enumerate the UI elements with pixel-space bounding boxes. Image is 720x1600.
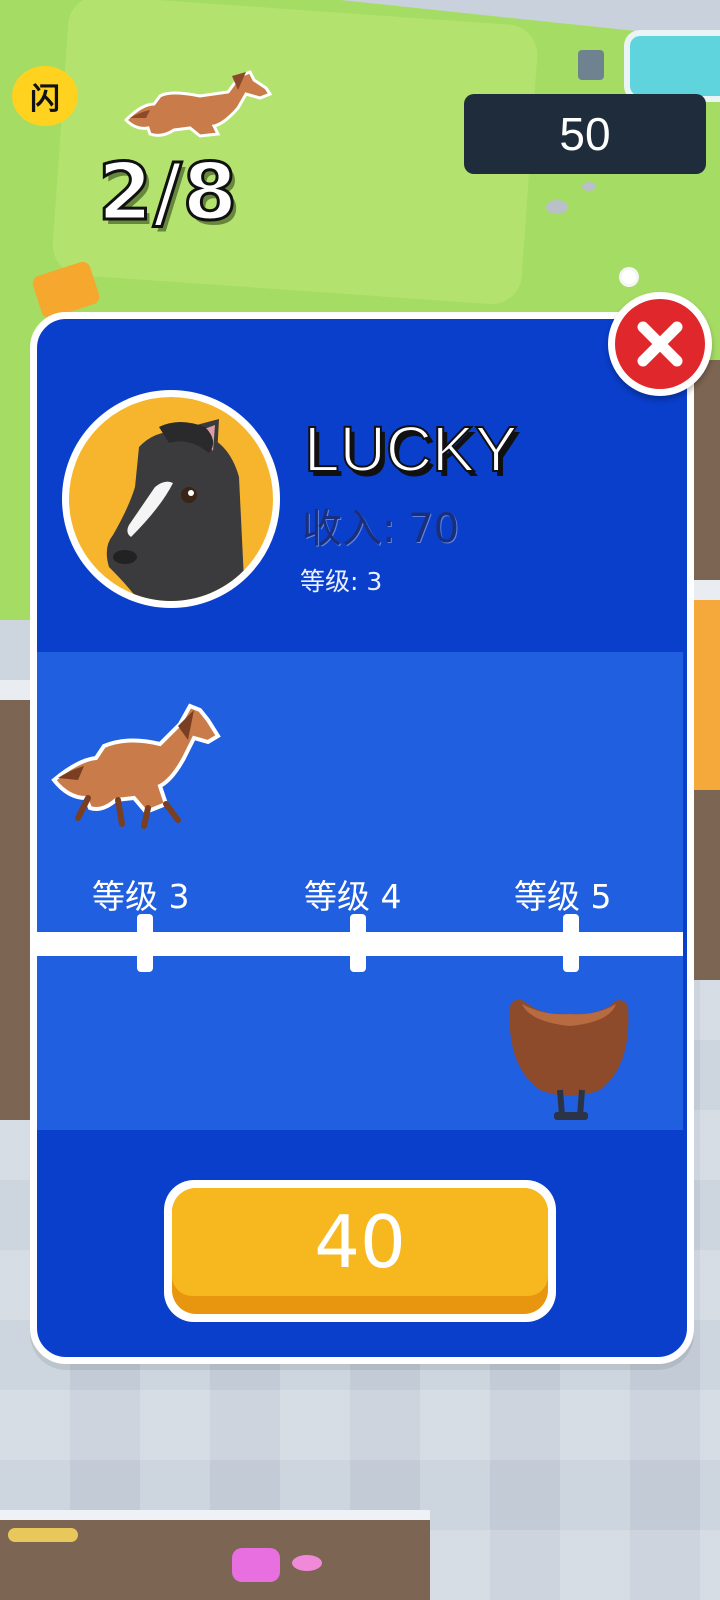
close-icon (637, 321, 683, 367)
horse-icon (51, 703, 221, 829)
track-tick (563, 914, 579, 972)
track-tick (350, 914, 366, 972)
pink-flower (292, 1555, 322, 1571)
horse-name: LUCKY (303, 412, 518, 486)
pink-bucket (232, 1548, 280, 1582)
close-button[interactable] (608, 292, 712, 396)
buy-price: 40 (314, 1200, 406, 1284)
buy-button[interactable]: 40 (164, 1180, 556, 1322)
track-level-3: 等级 3 (92, 877, 190, 916)
bucket (578, 50, 604, 80)
boost-badge[interactable]: 闪 (12, 66, 78, 126)
water-trough (624, 30, 720, 102)
track-tick (137, 914, 153, 972)
horse-count: 2/8 (97, 147, 239, 240)
boost-icon: 闪 (30, 82, 60, 117)
flower (622, 270, 636, 284)
horse-avatar (62, 390, 280, 608)
fence-left (0, 690, 34, 1120)
track-level-4: 等级 4 (304, 877, 402, 916)
coin-counter: 50 (464, 94, 706, 174)
stone (546, 200, 568, 214)
horse-icon (123, 70, 273, 138)
stone (582, 182, 596, 191)
coin-value: 50 (559, 108, 611, 160)
saddle-icon (509, 999, 629, 1120)
track-level-5: 等级 5 (514, 877, 612, 916)
horse-level: 等级: 3 (300, 567, 383, 596)
horse-portrait-icon (106, 419, 245, 601)
orange-post (690, 600, 720, 790)
horse-income: 收入: 70 (302, 506, 460, 552)
hay (8, 1528, 78, 1542)
